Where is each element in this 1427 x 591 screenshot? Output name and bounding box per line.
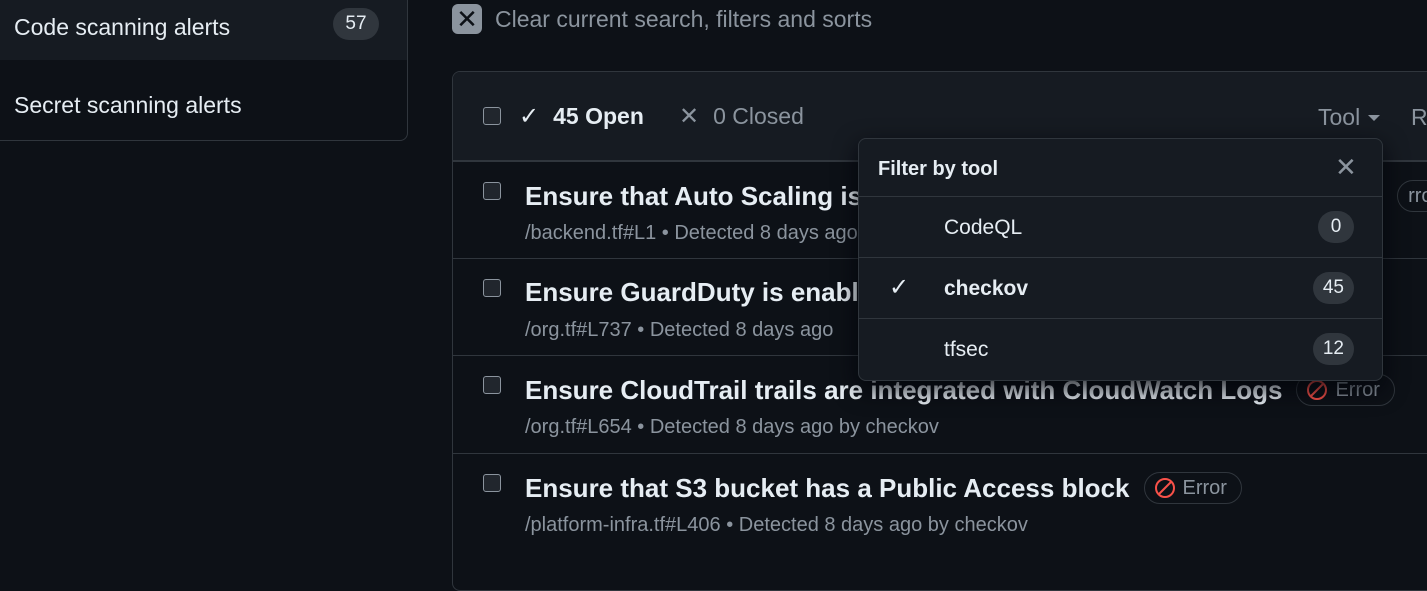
count-badge: 45 (1312, 272, 1354, 304)
sidebar-item-code-scanning[interactable]: Code scanning alerts 57 (0, 0, 407, 60)
alert-checkbox[interactable] (483, 474, 501, 492)
clear-search-button[interactable]: ✕ Clear current search, filters and sort… (452, 2, 872, 36)
close-icon: ✕ (452, 4, 482, 34)
alert-checkbox[interactable] (483, 279, 501, 297)
caret-down-icon (1368, 114, 1381, 121)
alert-meta: /org.tf#L654 • Detected 8 days ago by ch… (525, 416, 939, 438)
clear-search-label: Clear current search, filters and sorts (495, 5, 873, 32)
close-icon[interactable]: ✕ (1335, 152, 1357, 183)
severity-label: rror (1397, 180, 1427, 212)
alert-meta: /org.tf#L737 • Detected 8 days ago (525, 319, 834, 341)
severity-text: Error (1335, 378, 1380, 401)
count-badge: 0 (1318, 211, 1354, 243)
count-badge: 12 (1312, 333, 1354, 365)
x-icon: ✕ (679, 103, 700, 130)
tool-filter-menu: Filter by tool ✕ CodeQL 0 ✓ checkov 45 t… (858, 138, 1383, 381)
count-badge: 57 (333, 8, 379, 40)
select-all-checkbox[interactable] (483, 107, 501, 125)
menu-header: Filter by tool ✕ (859, 139, 1382, 197)
menu-item-tfsec[interactable]: tfsec 12 (859, 319, 1382, 380)
sidebar-item-label: Secret scanning alerts (14, 91, 242, 118)
severity-text: rror (1408, 184, 1427, 207)
menu-item-label: CodeQL (944, 216, 1023, 239)
closed-filter-tab[interactable]: ✕ 0 Closed (679, 102, 804, 131)
alert-title-link[interactable]: Ensure that S3 bucket has a Public Acces… (525, 473, 1130, 504)
alert-title-link[interactable]: Ensure that Auto Scaling is (525, 181, 862, 212)
sidebar-item-secret-scanning[interactable]: Secret scanning alerts (0, 74, 407, 136)
alert-checkbox[interactable] (483, 182, 501, 200)
menu-item-codeql[interactable]: CodeQL 0 (859, 197, 1382, 258)
sidebar: Code scanning alerts 57 Secret scanning … (0, 0, 408, 141)
menu-item-label: checkov (944, 277, 1029, 300)
open-filter-tab[interactable]: ✓ 45 Open (519, 102, 644, 131)
next-filter-button[interactable]: R (1411, 104, 1427, 131)
alert-title-link[interactable]: Ensure GuardDuty is enabl (525, 277, 859, 308)
tool-filter-label: Tool (1318, 104, 1361, 130)
menu-item-label: tfsec (944, 338, 989, 361)
alert-meta: /backend.tf#L1 • Detected 8 days ago (525, 222, 858, 244)
tool-filter-button[interactable]: Tool (1318, 104, 1381, 131)
check-icon: ✓ (519, 103, 540, 130)
sidebar-item-label: Code scanning alerts (14, 13, 231, 40)
menu-item-checkov[interactable]: ✓ checkov 45 (859, 258, 1382, 319)
menu-title: Filter by tool (878, 158, 998, 180)
stop-icon (1307, 380, 1328, 400)
alert-checkbox[interactable] (483, 376, 501, 394)
closed-count-label: 0 Closed (713, 103, 804, 129)
check-icon: ✓ (889, 274, 910, 301)
severity-label: Error (1143, 472, 1242, 504)
stop-icon (1154, 478, 1175, 498)
alert-row[interactable]: Ensure that S3 bucket has a Public Acces… (453, 453, 1427, 550)
open-count-label: 45 Open (553, 103, 644, 129)
alert-meta: /platform-infra.tf#L406 • Detected 8 day… (525, 514, 1028, 536)
severity-text: Error (1182, 476, 1227, 499)
